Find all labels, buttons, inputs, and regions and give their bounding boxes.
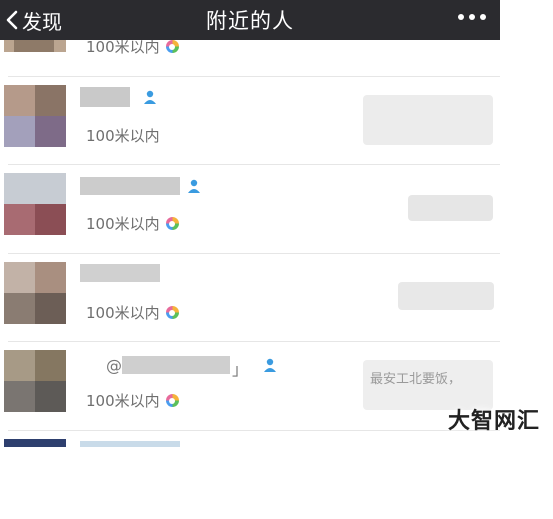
person-gender-icon — [188, 179, 200, 193]
watermark: 大智网汇 — [448, 409, 541, 434]
signature-blur — [398, 282, 494, 310]
name-blur — [80, 87, 130, 107]
signature-blur — [363, 95, 493, 145]
list-item[interactable]: 100米以内 — [0, 254, 500, 342]
distance-label: 100米以内 — [86, 302, 179, 323]
page-title: 附近的人 — [206, 9, 294, 33]
signature-blur — [408, 195, 493, 221]
nav-bar: 发现 附近的人 — [0, 0, 500, 40]
avatar[interactable] — [4, 85, 66, 147]
person-gender-icon — [144, 90, 156, 104]
name-blur — [80, 441, 180, 447]
list-item[interactable]: 100米以内 — [0, 77, 500, 165]
signature-text: 最安工北要饭， — [370, 372, 462, 387]
distance-label: 100米以内 — [86, 390, 179, 411]
name-end: 」 — [232, 360, 249, 379]
avatar[interactable] — [4, 262, 66, 324]
moments-ring-icon — [165, 306, 179, 319]
moments-ring-icon — [165, 394, 179, 407]
more-dots-icon[interactable] — [458, 14, 486, 20]
distance-label: 100米以内 — [86, 127, 160, 145]
distance-label: 100米以内 — [86, 213, 179, 234]
avatar[interactable] — [4, 173, 66, 235]
name-blur — [80, 177, 180, 195]
list-item[interactable]: 100米以内 — [0, 165, 500, 253]
list-item[interactable] — [0, 431, 500, 519]
avatar[interactable] — [4, 439, 66, 447]
name-blur — [122, 356, 230, 374]
person-gender-icon — [264, 358, 276, 372]
list-item[interactable]: @ 」 100米以内 最安工北要饭， — [0, 342, 500, 430]
moments-ring-icon — [165, 40, 179, 53]
avatar[interactable] — [4, 350, 66, 412]
name-fragment: @ — [106, 356, 122, 375]
moments-ring-icon — [165, 217, 179, 230]
name-blur — [80, 264, 160, 282]
